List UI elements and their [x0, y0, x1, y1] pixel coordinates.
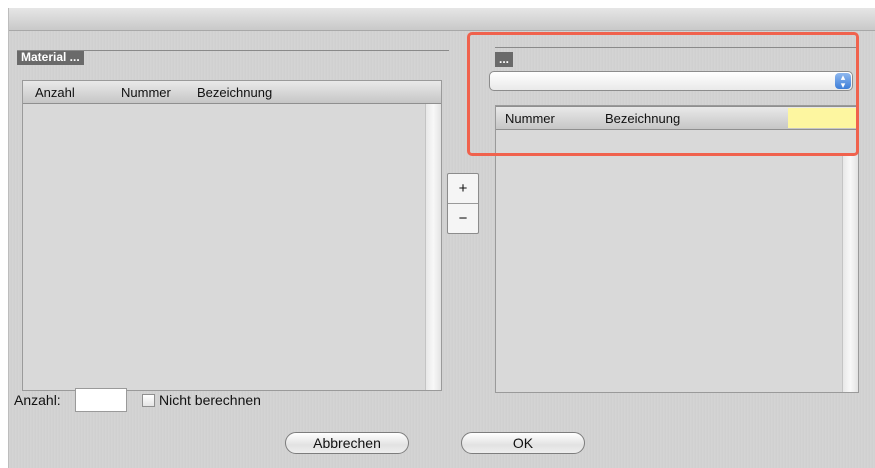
cancel-button[interactable]: Abbrechen	[285, 432, 409, 454]
nicht-berechnen-label[interactable]: Nicht berechnen	[159, 392, 261, 408]
nicht-berechnen-checkbox[interactable]	[142, 394, 155, 407]
column-header-nummer[interactable]: Nummer	[121, 85, 171, 100]
column-header-bezeichnung[interactable]: Bezeichnung	[197, 85, 272, 100]
title-bar[interactable]	[9, 8, 875, 31]
material-table[interactable]: Anzahl Nummer Bezeichnung	[22, 80, 442, 391]
material-section-title: Material ...	[17, 50, 84, 65]
articles-table-scrollbar[interactable]	[842, 153, 858, 392]
ok-button[interactable]: OK	[461, 432, 585, 454]
add-remove-stepper: + −	[447, 173, 479, 234]
material-section-rule	[17, 50, 449, 51]
anzahl-input[interactable]	[75, 388, 127, 412]
annotation-highlight	[467, 32, 859, 156]
column-header-anzahl[interactable]: Anzahl	[35, 85, 75, 100]
anzahl-label: Anzahl:	[14, 392, 61, 408]
add-button[interactable]: +	[448, 174, 478, 204]
material-table-header: Anzahl Nummer Bezeichnung	[23, 81, 441, 104]
remove-button[interactable]: −	[448, 204, 478, 233]
material-table-scrollbar[interactable]	[425, 104, 441, 390]
